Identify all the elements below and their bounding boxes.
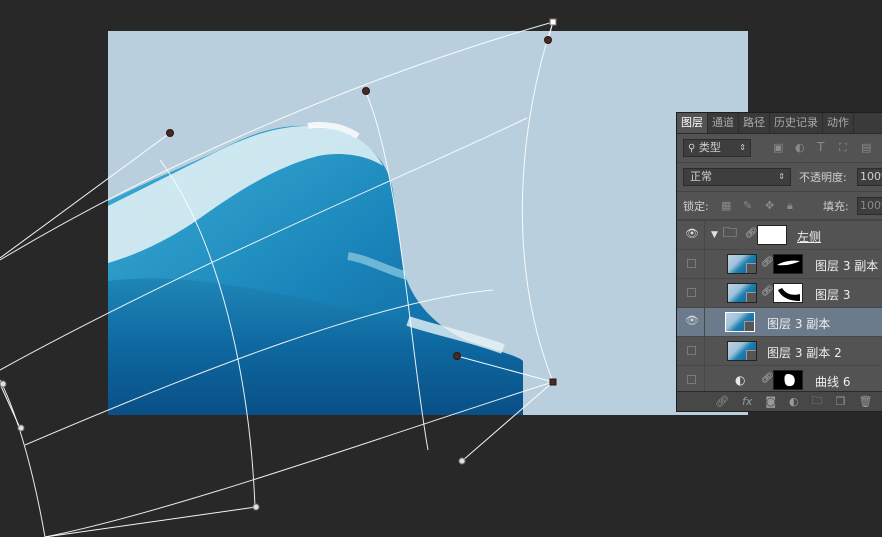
visibility-toggle[interactable]	[677, 366, 705, 394]
visibility-toggle[interactable]	[677, 279, 705, 307]
warp-handle-point[interactable]	[453, 352, 461, 360]
layer-row[interactable]: 🔗︎ 图层 3 副本	[677, 249, 882, 278]
eye-icon: 👁︎	[685, 314, 699, 327]
visibility-toggle[interactable]: 👁︎	[677, 221, 705, 249]
warp-corner-anchor[interactable]	[549, 378, 557, 386]
warp-handle-point[interactable]	[362, 87, 370, 95]
opacity-input[interactable]: 100%	[857, 168, 882, 186]
layer-name[interactable]: 图层 3 副本	[767, 315, 830, 332]
tab-channels[interactable]: 通道	[708, 113, 739, 133]
eye-icon: 👁︎	[685, 227, 699, 240]
fill-input[interactable]: 100%	[857, 197, 882, 215]
layer-name[interactable]: 曲线 6	[815, 373, 850, 390]
layer-thumbnail[interactable]	[725, 312, 755, 332]
lock-position-icon[interactable]: ✥	[765, 199, 774, 213]
tab-history[interactable]: 历史记录	[770, 113, 823, 133]
lock-label: 锁定:	[683, 200, 709, 213]
adjustment-icon[interactable]: ◐	[789, 395, 799, 408]
warp-handle-point[interactable]	[544, 36, 552, 44]
lock-row: 锁定: ▦ ✎ ✥ 🔒︎ 填充: 100%	[677, 192, 882, 220]
search-icon: ⚲	[688, 143, 696, 154]
adjustment-filter-icon[interactable]: ◐	[795, 141, 805, 155]
group-mask-thumbnail[interactable]	[757, 225, 787, 245]
fx-icon[interactable]: fx	[742, 395, 752, 408]
trash-icon[interactable]: 🗑︎	[859, 395, 873, 408]
tab-actions[interactable]: 动作	[823, 113, 854, 133]
chevron-updown-icon: ⇕	[778, 172, 785, 181]
chain-icon[interactable]: 🔗︎	[761, 257, 774, 268]
layer-row-selected[interactable]: 👁︎ 图层 3 副本	[677, 307, 882, 336]
layer-name[interactable]: 图层 3	[815, 286, 850, 303]
warp-handle-point[interactable]	[166, 129, 174, 137]
folder-icon: 🗀︎	[723, 225, 737, 241]
blend-mode-select[interactable]: 正常 ⇕	[683, 168, 791, 186]
warp-handle-point[interactable]	[17, 424, 25, 432]
layer-name[interactable]: 左侧	[797, 228, 821, 245]
chevron-updown-icon: ⇕	[739, 143, 746, 152]
layers-panel: 图层 通道 路径 历史记录 动作 ⚲ 类型 ⇕ ▣ ◐ T ⛶ ▤ 正常 ⇕ 不…	[676, 112, 882, 412]
warp-corner-anchor[interactable]	[549, 18, 557, 26]
opacity-label: 不透明度:	[799, 171, 847, 184]
lock-transparency-icon[interactable]: ▦	[721, 199, 731, 213]
lock-pixels-icon[interactable]: ✎	[743, 199, 752, 213]
visibility-toggle[interactable]: 👁︎	[677, 308, 705, 336]
blend-row: 正常 ⇕ 不透明度: 100%	[677, 163, 882, 192]
panel-footer: 🔗︎ fx ◙ ◐ 🗀︎ ❐ 🗑︎	[677, 391, 882, 411]
layer-thumbnail[interactable]	[727, 341, 757, 361]
expand-triangle-icon[interactable]: ▼	[711, 228, 718, 242]
fill-label: 填充:	[823, 200, 849, 213]
layer-name[interactable]: 图层 3 副本	[815, 257, 878, 274]
chain-icon[interactable]: 🔗︎	[745, 228, 758, 239]
adjustment-icon[interactable]: ◐	[735, 373, 745, 387]
wave-image	[108, 31, 748, 415]
add-mask-icon[interactable]: ◙	[765, 395, 776, 408]
lock-all-icon[interactable]: 🔒︎	[787, 199, 793, 213]
layer-mask-thumbnail[interactable]	[773, 283, 803, 303]
smart-object-filter-icon[interactable]: ▤	[861, 141, 871, 155]
warp-handle-point[interactable]	[458, 457, 466, 465]
panel-tabs: 图层 通道 路径 历史记录 动作	[677, 113, 882, 134]
tab-layers[interactable]: 图层	[677, 113, 708, 133]
warp-handle-point[interactable]	[0, 380, 7, 388]
filter-kind-select[interactable]: ⚲ 类型 ⇕	[683, 139, 751, 157]
layer-row[interactable]: 🔗︎ 图层 3	[677, 278, 882, 307]
image-filter-icon[interactable]: ▣	[773, 141, 783, 155]
layer-thumbnail[interactable]	[727, 283, 757, 303]
tab-paths[interactable]: 路径	[739, 113, 770, 133]
filter-row: ⚲ 类型 ⇕ ▣ ◐ T ⛶ ▤	[677, 134, 882, 163]
layer-mask-thumbnail[interactable]	[773, 370, 803, 390]
layer-thumbnail[interactable]	[727, 254, 757, 274]
visibility-toggle[interactable]	[677, 250, 705, 278]
layer-mask-thumbnail[interactable]	[773, 254, 803, 274]
new-layer-icon[interactable]: ❐	[836, 395, 846, 408]
warp-handle-point[interactable]	[252, 503, 260, 511]
link-layers-icon[interactable]: 🔗︎	[715, 395, 729, 408]
layer-name[interactable]: 图层 3 副本 2	[767, 344, 842, 361]
shape-filter-icon[interactable]: ⛶	[839, 141, 847, 155]
layer-row[interactable]: ◐ 🔗︎ 曲线 6	[677, 365, 882, 394]
new-group-icon[interactable]: 🗀︎	[812, 392, 823, 411]
chain-icon[interactable]: 🔗︎	[761, 373, 774, 384]
layer-group-row[interactable]: 👁︎ ▼ 🗀︎ 🔗︎ 左侧	[677, 220, 882, 249]
document-canvas[interactable]	[108, 31, 748, 415]
type-filter-icon[interactable]: T	[817, 140, 824, 154]
chain-icon[interactable]: 🔗︎	[761, 286, 774, 297]
visibility-toggle[interactable]	[677, 337, 705, 365]
layer-row[interactable]: 图层 3 副本 2	[677, 336, 882, 365]
